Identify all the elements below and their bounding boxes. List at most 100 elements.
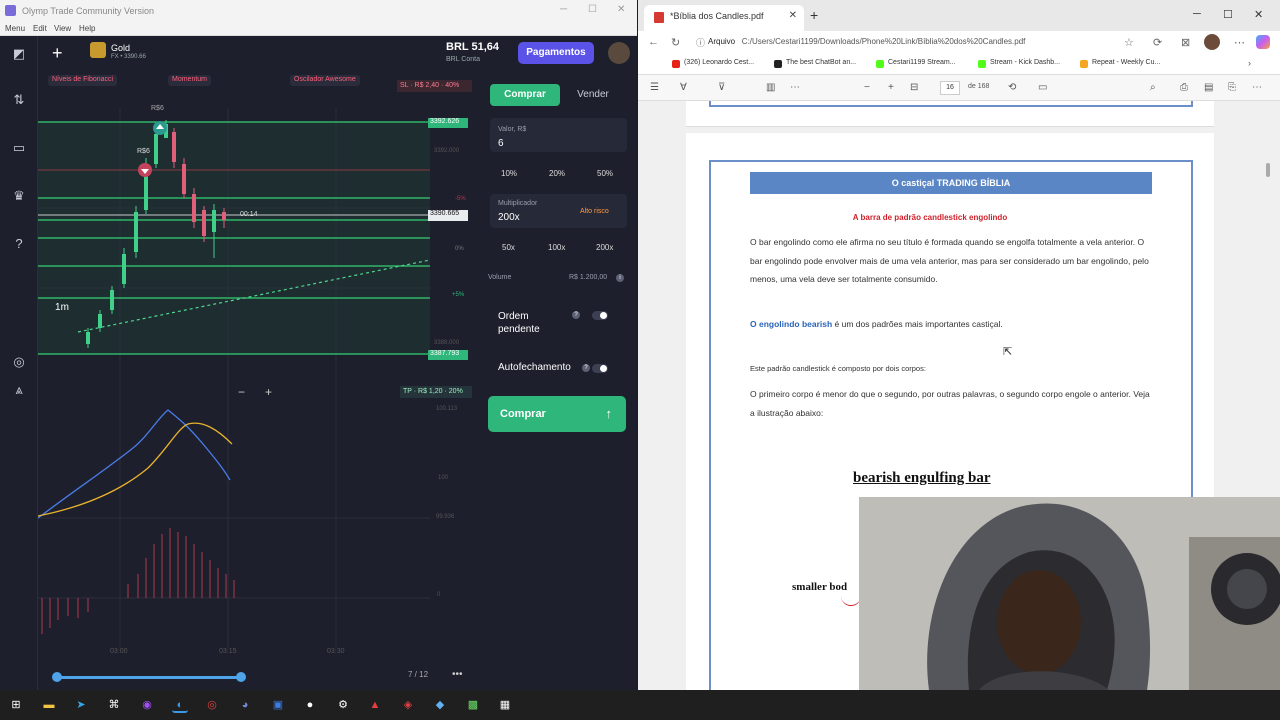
fit-page-icon[interactable]: ⊟ <box>910 82 918 93</box>
menu-icon[interactable]: ⋯ <box>1234 36 1245 49</box>
two-page-icon[interactable]: ▭ <box>1038 82 1047 93</box>
app-icon[interactable]: ▣ <box>270 697 286 713</box>
app-icon[interactable]: ◆ <box>432 697 448 713</box>
maximize-icon[interactable]: ☐ <box>588 4 597 15</box>
percent-10-button[interactable]: 10% <box>501 169 517 178</box>
multiplier-value[interactable]: 200x <box>498 212 520 223</box>
url-field[interactable]: Arquivo C:/Users/Cestari1199/Downloads/P… <box>708 34 1128 50</box>
mult-200x-button[interactable]: 200x <box>596 243 613 252</box>
reload-icon[interactable]: ↻ <box>671 36 680 49</box>
tab-buy[interactable]: Comprar <box>490 84 560 106</box>
stop-loss-label[interactable]: SL · R$ 2,40 · 40% <box>397 80 472 92</box>
bookmark-item[interactable]: The best ChatBot an... <box>774 59 856 68</box>
app-icon[interactable]: ▦ <box>497 697 513 713</box>
timeframe-button[interactable]: 1m <box>52 302 72 316</box>
obs-icon[interactable]: ● <box>302 697 318 713</box>
mult-50x-button[interactable]: 50x <box>502 243 515 252</box>
scrollbar-thumb[interactable] <box>1266 163 1270 177</box>
add-asset-button[interactable]: + <box>52 44 63 62</box>
info-icon[interactable]: ? <box>572 311 580 319</box>
close-tab-icon[interactable]: ✕ <box>789 5 797 27</box>
file-explorer-icon[interactable]: ▬ <box>41 697 57 713</box>
indicator-awesome[interactable]: Oscilador Awesome <box>290 75 360 86</box>
app-icon[interactable]: ◈ <box>400 697 416 713</box>
extensions-icon[interactable]: ⊠ <box>1181 36 1190 49</box>
new-tab-button[interactable]: + <box>810 7 818 23</box>
close-icon[interactable]: ✕ <box>1254 8 1263 21</box>
take-profit-label[interactable]: TP · R$ 1,20 · 20% <box>400 386 472 398</box>
zoom-out-icon[interactable]: − <box>864 82 870 93</box>
terminal-icon[interactable]: ⌘ <box>106 697 122 713</box>
bookmark-item[interactable]: Stream - Kick Dashb... <box>978 59 1060 68</box>
autoclose-toggle[interactable] <box>592 364 608 373</box>
telegram-icon[interactable]: ➤ <box>73 697 89 713</box>
app-icon[interactable]: ◉ <box>139 697 155 713</box>
star-icon[interactable]: ☆ <box>1124 36 1134 49</box>
settings-icon[interactable]: ⚙ <box>335 697 351 713</box>
asset-name[interactable]: Gold <box>111 43 130 53</box>
print-icon[interactable]: ⎙ <box>1180 82 1188 93</box>
more-icon[interactable]: ⋯ <box>790 82 800 93</box>
slider-handle-end[interactable] <box>236 672 246 682</box>
tab-pdf[interactable]: *Bíblia dos Candles.pdf ✕ <box>644 5 804 31</box>
help-icon[interactable]: ? <box>11 236 27 252</box>
discord-icon[interactable]: ◕ <box>237 697 253 713</box>
chrome-icon[interactable]: ◎ <box>204 697 220 713</box>
info-icon[interactable]: i <box>616 274 624 282</box>
bookmark-item[interactable]: Cestari1199 Stream... <box>876 59 956 68</box>
close-icon[interactable]: ✕ <box>617 4 625 15</box>
buy-button[interactable]: Comprar ↑ <box>488 396 626 432</box>
edge-icon[interactable]: ◐ <box>172 697 188 713</box>
payments-button[interactable]: Pagamentos <box>518 42 594 64</box>
history-slider[interactable] <box>56 676 241 679</box>
back-icon[interactable]: ← <box>648 36 659 48</box>
account-balance[interactable]: BRL 51,64 <box>446 41 499 53</box>
zoom-in-button[interactable]: + <box>265 385 272 399</box>
minimize-icon[interactable]: ─ <box>560 4 567 15</box>
pending-order-toggle[interactable] <box>592 311 608 320</box>
pdf-app-icon[interactable]: ▲ <box>367 697 383 713</box>
more-options-icon[interactable]: ••• <box>452 669 463 680</box>
bookmark-item[interactable]: Repeat - Weekly Cu... <box>1080 59 1160 68</box>
indicator-fibonacci[interactable]: Níveis de Fibonacci <box>48 75 118 86</box>
save-icon[interactable]: ▤ <box>1204 82 1213 93</box>
draw-tool-icon[interactable]: ⩓ <box>11 382 27 398</box>
trophy-icon[interactable]: ♛ <box>11 188 27 204</box>
percent-50-button[interactable]: 50% <box>597 169 613 178</box>
menu-item[interactable]: Menu <box>5 24 25 33</box>
inbox-icon[interactable]: ▭ <box>11 140 27 156</box>
minimize-icon[interactable]: ─ <box>1193 8 1201 20</box>
chevron-right-icon[interactable]: › <box>1248 58 1251 68</box>
account-type[interactable]: BRL Conta <box>446 56 480 63</box>
info-icon[interactable]: ⓘ <box>696 36 705 49</box>
chart-icon[interactable]: ◩ <box>11 46 27 62</box>
contents-icon[interactable]: ☰ <box>650 82 659 93</box>
highlight-icon[interactable]: ⊽ <box>718 82 725 93</box>
menu-item[interactable]: Edit <box>33 24 47 33</box>
avatar[interactable] <box>1204 34 1220 50</box>
menu-item[interactable]: View <box>54 24 71 33</box>
indicator-momentum[interactable]: Momentum <box>168 75 212 86</box>
slider-handle-start[interactable] <box>52 672 62 682</box>
copilot-icon[interactable] <box>1256 35 1270 49</box>
search-icon[interactable]: ⌕ <box>1150 82 1156 93</box>
trades-icon[interactable]: ⇅ <box>11 92 27 108</box>
bookmark-item[interactable]: (326) Leonardo Cest... <box>672 59 754 68</box>
app-icon[interactable]: ▩ <box>465 697 481 713</box>
windows-start-icon[interactable]: ⊞ <box>8 697 24 713</box>
draw-icon[interactable]: ∀ <box>680 82 687 93</box>
menu-item[interactable]: Help <box>79 24 95 33</box>
mult-100x-button[interactable]: 100x <box>548 243 565 252</box>
percent-20-button[interactable]: 20% <box>549 169 565 178</box>
value-amount[interactable]: 6 <box>498 138 504 149</box>
settings-icon[interactable]: ⋯ <box>1252 82 1262 93</box>
avatar[interactable] <box>608 42 630 64</box>
save-as-icon[interactable]: ⎘ <box>1228 82 1236 93</box>
zoom-in-icon[interactable]: + <box>888 82 894 93</box>
tab-sell[interactable]: Vender <box>563 84 623 106</box>
signal-icon[interactable]: ◎ <box>11 354 27 370</box>
maximize-icon[interactable]: ☐ <box>1223 8 1233 21</box>
refresh-icon[interactable]: ⟳ <box>1153 36 1162 49</box>
rotate-icon[interactable]: ⟲ <box>1008 82 1016 93</box>
zoom-out-button[interactable]: − <box>238 385 245 399</box>
